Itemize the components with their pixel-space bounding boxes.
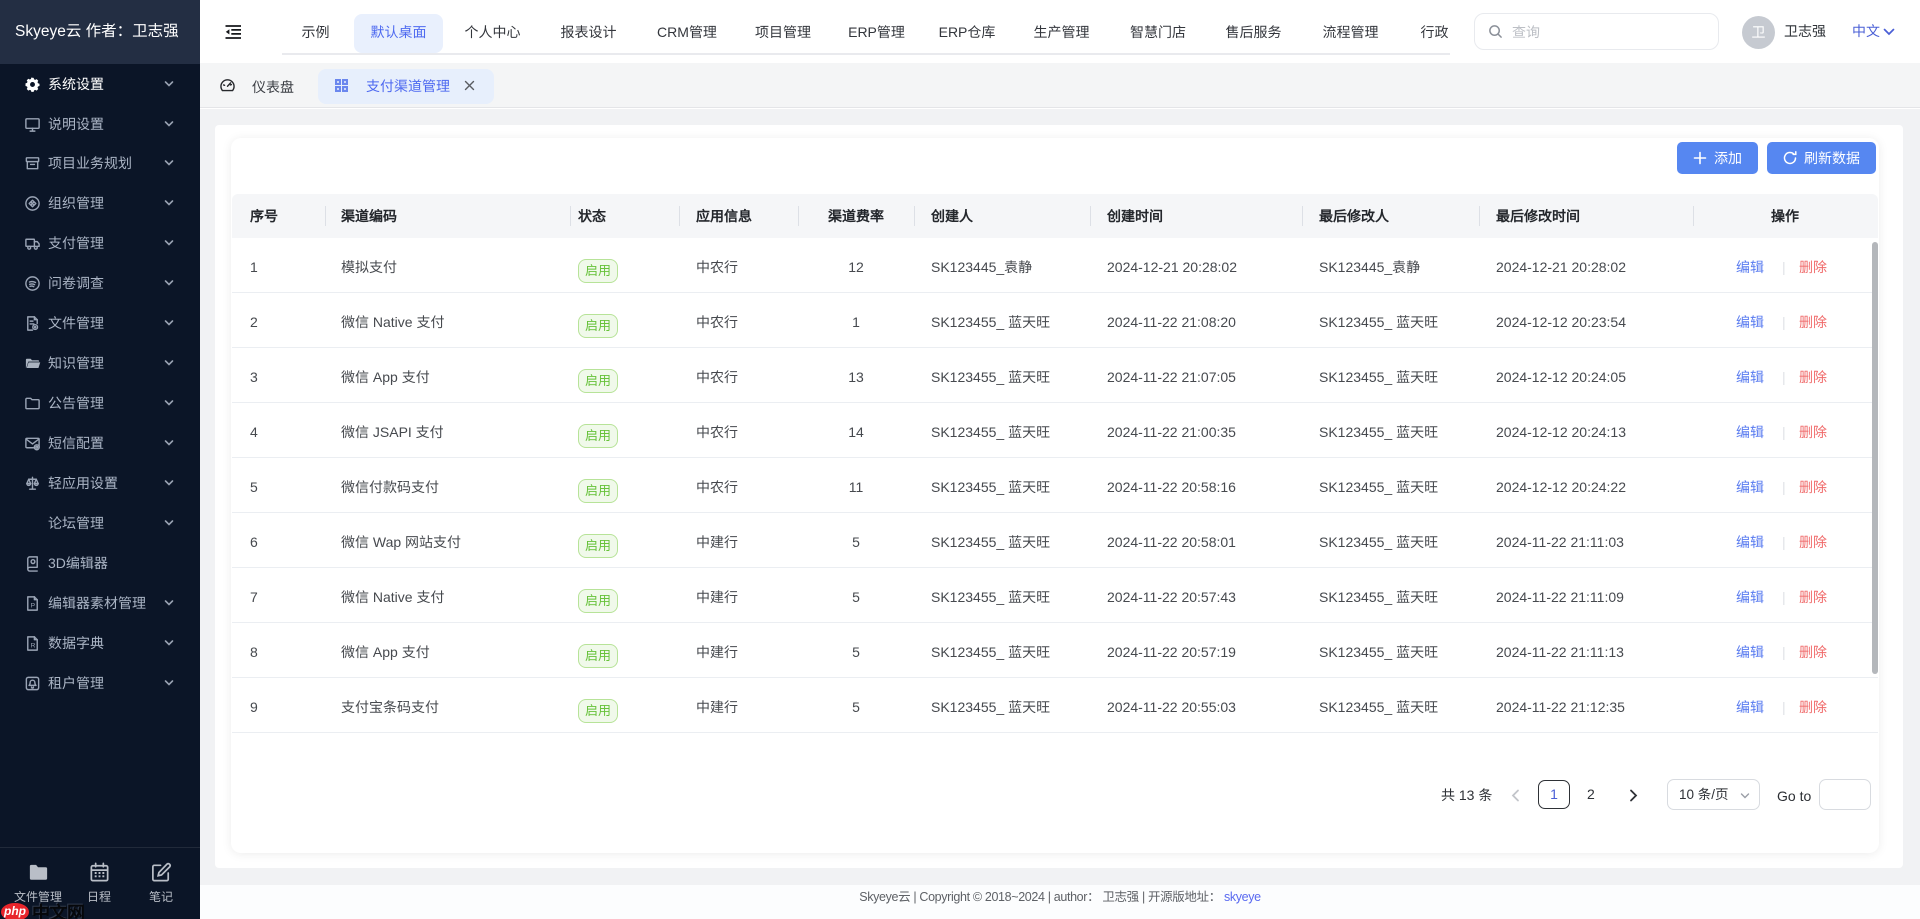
svg-text:P: P (30, 602, 35, 609)
svg-text:R: R (30, 642, 35, 649)
